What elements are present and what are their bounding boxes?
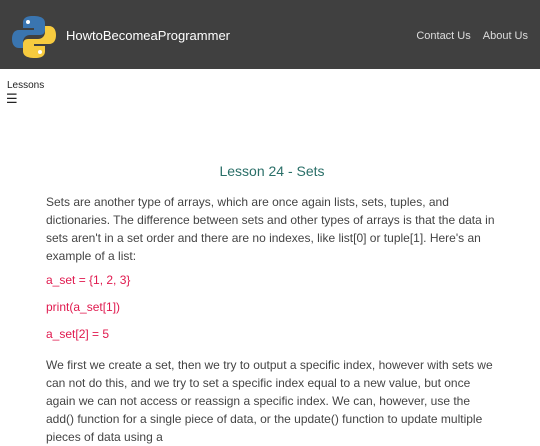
code-line-2: print(a_set[1]) <box>46 300 121 314</box>
lesson-title: Lesson 24 - Sets <box>219 163 325 179</box>
nav-links: Contact Us About Us <box>416 30 528 43</box>
nav-contact-us-link[interactable]: Contact Us <box>416 30 470 43</box>
brand-link[interactable]: HowtoBecomeaProgrammer <box>66 28 230 44</box>
code-line-1: a_set = {1, 2, 3} <box>46 273 131 287</box>
lesson-content: Lesson 24 - Sets Sets are another type o… <box>46 163 498 446</box>
lesson-paragraph-1: Sets are another type of arrays, which a… <box>46 195 495 263</box>
top-navbar: HowtoBecomeaProgrammer Contact Us About … <box>0 0 540 69</box>
nav-about-us-link[interactable]: About Us <box>483 30 528 43</box>
lesson-paragraph-2: We first we create a set, then we try to… <box>46 358 493 444</box>
hamburger-menu-icon[interactable]: ☰ <box>6 92 18 106</box>
python-logo-icon[interactable] <box>11 14 57 60</box>
code-line-3: a_set[2] = 5 <box>46 327 110 341</box>
